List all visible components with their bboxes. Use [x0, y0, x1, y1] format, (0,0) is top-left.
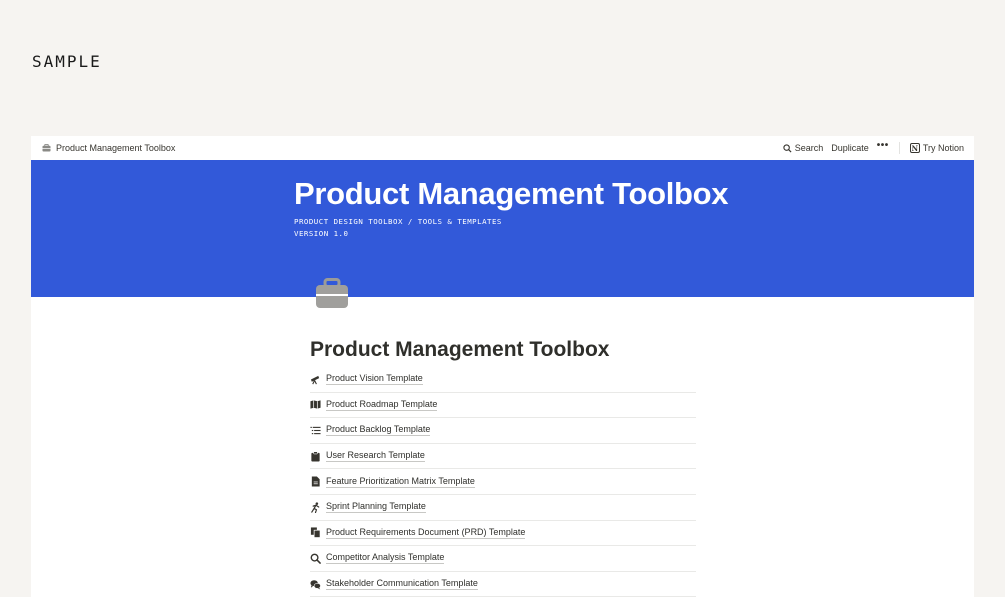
- notion-logo-icon: N: [909, 143, 920, 153]
- documents-icon: [310, 527, 321, 539]
- list-item[interactable]: User Research Template: [310, 444, 696, 470]
- list-item[interactable]: Product Backlog Template: [310, 418, 696, 444]
- briefcase-icon[interactable]: [315, 278, 349, 310]
- list-item[interactable]: Feature Prioritization Matrix Template: [310, 469, 696, 495]
- template-link-list: Product Vision Template Product Roadmap …: [310, 367, 696, 597]
- try-notion-label: Try Notion: [922, 143, 964, 153]
- duplicate-button[interactable]: Duplicate: [831, 143, 869, 153]
- link-label[interactable]: Competitor Analysis Template: [326, 552, 445, 565]
- link-label[interactable]: User Research Template: [326, 450, 425, 463]
- list-item[interactable]: Product Roadmap Template: [310, 393, 696, 419]
- magnifier-icon: [310, 553, 321, 564]
- link-label[interactable]: Product Roadmap Template: [326, 399, 438, 411]
- map-icon: [310, 400, 321, 410]
- search-label: Search: [794, 143, 824, 153]
- cover-banner: Product Management Toolbox PRODUCT DESIG…: [31, 160, 974, 297]
- list-icon: [310, 426, 321, 435]
- cover-title: Product Management Toolbox: [294, 176, 729, 211]
- briefcase-icon: [42, 144, 51, 152]
- runner-icon: [311, 502, 320, 513]
- list-item[interactable]: Sprint Planning Template: [310, 495, 696, 521]
- more-dots-icon: •••: [876, 140, 889, 151]
- search-button[interactable]: Search: [783, 143, 824, 153]
- breadcrumb-label: Product Management Toolbox: [56, 143, 176, 153]
- search-icon: [783, 143, 792, 153]
- notion-page-window: Product Management Toolbox Search Duplic…: [31, 136, 974, 597]
- list-item[interactable]: Product Requirements Document (PRD) Temp…: [310, 521, 696, 547]
- list-item[interactable]: Stakeholder Communication Template: [310, 572, 696, 597]
- sample-watermark: SAMPLE: [32, 52, 102, 71]
- link-label[interactable]: Feature Prioritization Matrix Template: [326, 476, 475, 488]
- cover-subtitle: PRODUCT DESIGN TOOLBOX / TOOLS & TEMPLAT…: [294, 217, 502, 226]
- clipboard-icon: [311, 451, 320, 462]
- telescope-icon: [310, 375, 320, 385]
- more-options-button[interactable]: •••: [877, 141, 889, 151]
- link-label[interactable]: Stakeholder Communication Template: [326, 578, 478, 591]
- list-item[interactable]: Product Vision Template: [310, 367, 696, 393]
- try-notion-button[interactable]: N Try Notion: [909, 143, 964, 153]
- breadcrumb[interactable]: Product Management Toolbox: [42, 143, 175, 153]
- chat-bubbles-icon: [310, 579, 321, 590]
- top-bar: Product Management Toolbox Search Duplic…: [31, 136, 974, 160]
- duplicate-label: Duplicate: [831, 143, 869, 153]
- link-label[interactable]: Product Backlog Template: [326, 424, 431, 437]
- link-label[interactable]: Product Requirements Document (PRD) Temp…: [326, 527, 526, 539]
- toolbar-divider: [898, 142, 900, 154]
- document-icon: [311, 476, 320, 487]
- link-label[interactable]: Product Vision Template: [326, 373, 423, 386]
- link-label[interactable]: Sprint Planning Template: [326, 501, 426, 514]
- list-item[interactable]: Competitor Analysis Template: [310, 546, 696, 572]
- cover-version: VERSION 1.0: [294, 229, 349, 238]
- page-title: Product Management Toolbox: [310, 338, 610, 361]
